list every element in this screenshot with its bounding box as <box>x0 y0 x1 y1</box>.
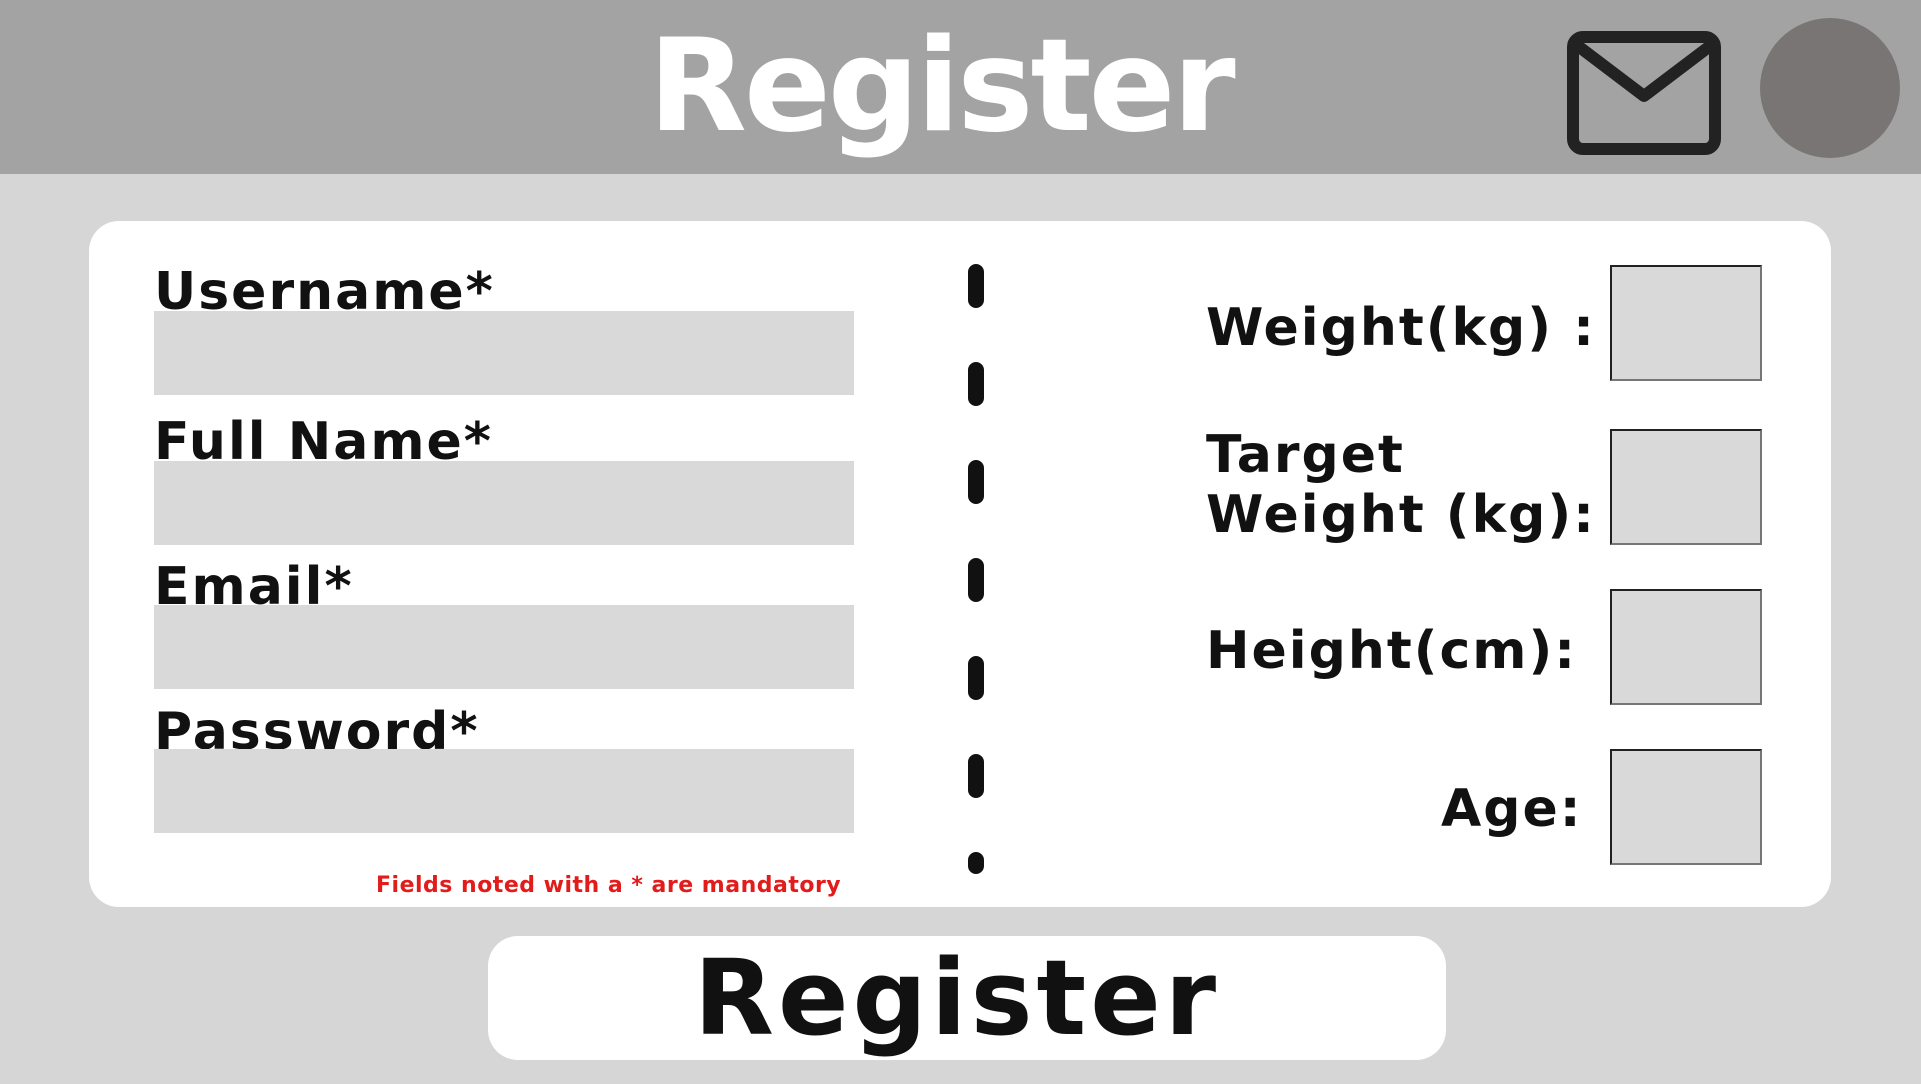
mandatory-note: Fields noted with a * are mandatory <box>376 873 842 898</box>
email-field[interactable] <box>154 605 854 689</box>
target-weight-label-line2: Weight (kg): <box>1206 485 1596 545</box>
age-label: Age: <box>1441 779 1583 839</box>
height-input[interactable] <box>1610 589 1762 705</box>
weight-label: Weight(kg) : <box>1206 298 1596 358</box>
age-input[interactable] <box>1610 749 1762 865</box>
password-field[interactable] <box>154 749 854 833</box>
register-button[interactable]: Register <box>488 936 1446 1060</box>
target-weight-input[interactable] <box>1610 429 1762 545</box>
envelope-icon[interactable] <box>1566 30 1722 156</box>
username-field[interactable] <box>154 311 854 395</box>
height-label: Height(cm): <box>1206 621 1578 681</box>
column-divider <box>968 264 984 874</box>
avatar[interactable] <box>1760 18 1900 158</box>
weight-input[interactable] <box>1610 265 1762 381</box>
full-name-field[interactable] <box>154 461 854 545</box>
target-weight-label-line1: Target <box>1206 425 1405 485</box>
